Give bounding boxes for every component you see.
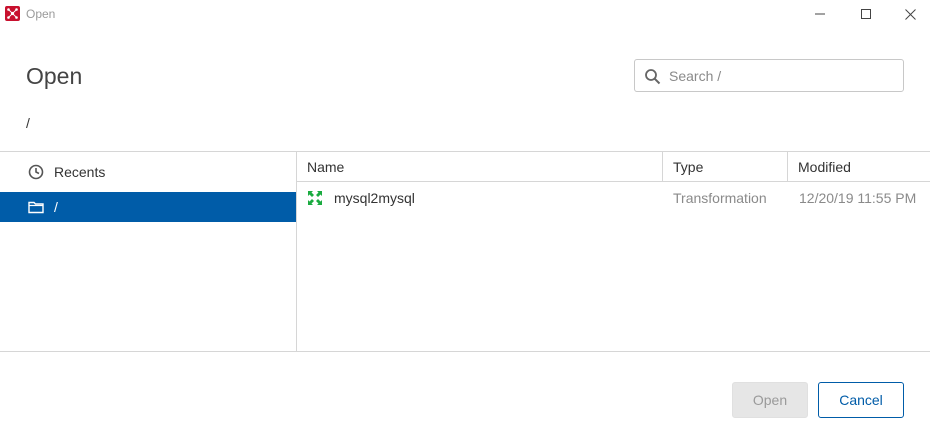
sidebar-item-recents[interactable]: Recents xyxy=(0,157,296,187)
column-header-label: Type xyxy=(673,159,704,175)
column-header-label: Modified xyxy=(798,159,851,175)
search-icon xyxy=(645,69,661,85)
column-header-name[interactable]: Name xyxy=(297,152,663,182)
open-button[interactable]: Open xyxy=(732,382,808,418)
search-box[interactable] xyxy=(634,59,904,92)
divider xyxy=(0,351,930,352)
maximize-icon xyxy=(861,9,871,19)
page-title: Open xyxy=(26,63,83,89)
file-modified: 12/20/19 11:55 PM xyxy=(799,190,917,206)
sidebar-item-label: Recents xyxy=(54,164,106,180)
close-button[interactable] xyxy=(887,0,930,28)
transformation-icon xyxy=(308,191,322,205)
window-title: Open xyxy=(26,7,56,21)
cancel-button[interactable]: Cancel xyxy=(818,382,904,418)
folder-icon xyxy=(28,201,44,214)
column-header-label: Name xyxy=(307,159,345,175)
sidebar-item-label: / xyxy=(54,199,58,215)
column-header-modified[interactable]: Modified xyxy=(788,152,930,182)
window-titlebar: Open xyxy=(0,0,930,28)
file-list: Name Type Modified mysql2mysql Transform… xyxy=(297,152,930,351)
app-logo-icon xyxy=(5,6,20,21)
table-row[interactable]: mysql2mysql Transformation 12/20/19 11:5… xyxy=(297,184,930,212)
breadcrumb[interactable]: / xyxy=(26,115,30,131)
sidebar: Recents / xyxy=(0,152,296,351)
search-input[interactable] xyxy=(669,60,897,91)
column-header-type[interactable]: Type xyxy=(663,152,788,182)
file-name: mysql2mysql xyxy=(334,190,415,206)
clock-icon xyxy=(28,164,44,180)
minimize-icon xyxy=(815,13,825,15)
sidebar-item-root[interactable]: / xyxy=(0,192,296,222)
file-type: Transformation xyxy=(673,190,767,206)
minimize-button[interactable] xyxy=(797,0,843,28)
close-icon xyxy=(904,8,916,20)
maximize-button[interactable] xyxy=(843,0,889,28)
